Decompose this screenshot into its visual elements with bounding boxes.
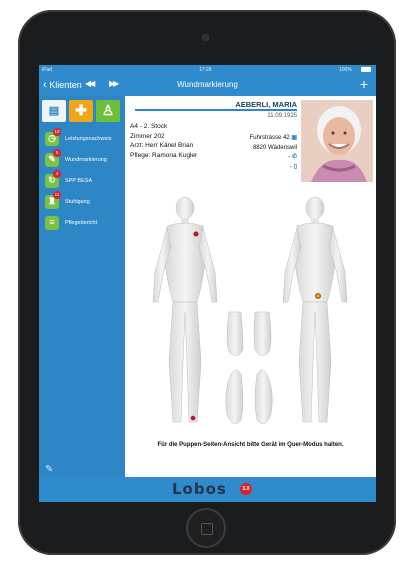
sidebar-item-stuhlgang[interactable]: ♜ 11 Stuhlgang bbox=[43, 191, 125, 213]
lobos-logo: Lobos bbox=[172, 480, 227, 498]
badge-count: 4 bbox=[53, 170, 61, 178]
doctor-line: Arzt: Herr Känel Brian bbox=[130, 142, 194, 149]
sidebar-item-label: Stuhlgang bbox=[65, 199, 90, 205]
sidebar-item-label: Wundmarkierung bbox=[65, 157, 107, 163]
sidebar-item-wundmarkierung[interactable]: ✎ 5 Wundmarkierung bbox=[43, 149, 125, 171]
patient-info: A4 - 2. Stock Zimmer 202 Arzt: Herr Käne… bbox=[130, 122, 197, 160]
sidebar-top-icons: ▤ ✚ ♙ bbox=[39, 100, 125, 122]
notes-icon[interactable]: ✎ bbox=[45, 464, 53, 475]
home-button[interactable] bbox=[186, 508, 226, 548]
documents-icon[interactable]: ▤ bbox=[42, 100, 66, 122]
camera-icon bbox=[202, 34, 209, 41]
badge-count: 5 bbox=[53, 149, 61, 157]
header-divider bbox=[135, 109, 297, 111]
sidebar-item-leistungsnachweis[interactable]: ◷ 10 Leistungsnachweis bbox=[43, 128, 125, 150]
version-badge: 3.X bbox=[240, 483, 252, 495]
patient-contact: Fuhrstrasse 42 ▣ 8820 Wädenswil - ✆ - ▯ bbox=[217, 134, 297, 172]
care-line: Pflege: Ramona Kugler bbox=[130, 151, 198, 159]
nurse-icon[interactable]: ♙ bbox=[96, 100, 120, 122]
sidebar: ▤ ✚ ♙ ◷ 10 Leistungsnachweis ✎ 5 Wundmar… bbox=[39, 96, 125, 477]
sidebar-item-label: SPP BESA bbox=[65, 178, 93, 184]
wound-marker[interactable] bbox=[190, 415, 196, 421]
location-line-1: A4 - 2. Stock bbox=[130, 123, 168, 130]
app-screen: iPad 17:26 100% ‹ Klienten ◀◀ ▶▶ Wundmar… bbox=[39, 65, 376, 502]
page-title: Wundmarkierung bbox=[177, 80, 238, 89]
orientation-hint: Für die Puppen-Seiten-Ansicht bitte Gerä… bbox=[157, 442, 344, 448]
status-bar: iPad 17:26 100% bbox=[39, 65, 376, 75]
location-line-2: Zimmer 202 bbox=[130, 132, 165, 140]
main-content: AEBERLI, MARIA 11.09.1925 A4 - 2. Stock … bbox=[125, 96, 376, 477]
patient-photo bbox=[301, 100, 373, 182]
sidebar-item-spp-besa[interactable]: ↻ 4 SPP BESA bbox=[43, 170, 125, 192]
battery-icon bbox=[361, 67, 371, 72]
status-time: 17:26 bbox=[199, 67, 212, 73]
sidebar-item-label: Pflegebericht bbox=[65, 220, 98, 226]
feet-top-view[interactable] bbox=[226, 311, 272, 356]
carrier-label: iPad bbox=[42, 67, 53, 73]
wound-marker[interactable] bbox=[193, 231, 199, 237]
street-label: Fuhrstrasse 42 bbox=[249, 135, 290, 141]
first-aid-kit-icon[interactable]: ✚ bbox=[69, 100, 93, 122]
city-label: 8820 Wädenswil bbox=[252, 144, 297, 151]
badge-count: 11 bbox=[53, 191, 61, 199]
feet-soles-view[interactable] bbox=[225, 369, 273, 425]
mobile-value: - bbox=[290, 163, 293, 170]
avatar bbox=[301, 100, 373, 182]
map-icon[interactable]: ▣ bbox=[291, 135, 297, 141]
wound-marker[interactable] bbox=[315, 293, 321, 299]
mobile-icon[interactable]: ▯ bbox=[294, 164, 297, 170]
tablet-frame: iPad 17:26 100% ‹ Klienten ◀◀ ▶▶ Wundmar… bbox=[18, 10, 396, 555]
battery-label: 100% bbox=[339, 67, 352, 73]
phone-icon[interactable]: ✆ bbox=[292, 154, 297, 160]
front-body-figure[interactable] bbox=[152, 196, 218, 423]
report-icon: ≡ bbox=[45, 216, 59, 230]
phone-value: - bbox=[288, 154, 291, 160]
nav-bar: ‹ Klienten ◀◀ ▶▶ Wundmarkierung + bbox=[39, 75, 376, 96]
sidebar-item-label: Leistungsnachweis bbox=[65, 136, 112, 142]
back-body-figure[interactable] bbox=[282, 196, 348, 423]
add-button[interactable]: + bbox=[360, 76, 368, 92]
badge-count: 10 bbox=[53, 128, 61, 136]
sidebar-item-pflegebericht[interactable]: ≡ Pflegebericht bbox=[43, 214, 125, 234]
patient-name: AEBERLI, MARIA bbox=[235, 100, 297, 109]
patient-dob: 11.09.1925 bbox=[267, 113, 297, 119]
footer-bar: Lobos 3.X bbox=[39, 477, 376, 502]
